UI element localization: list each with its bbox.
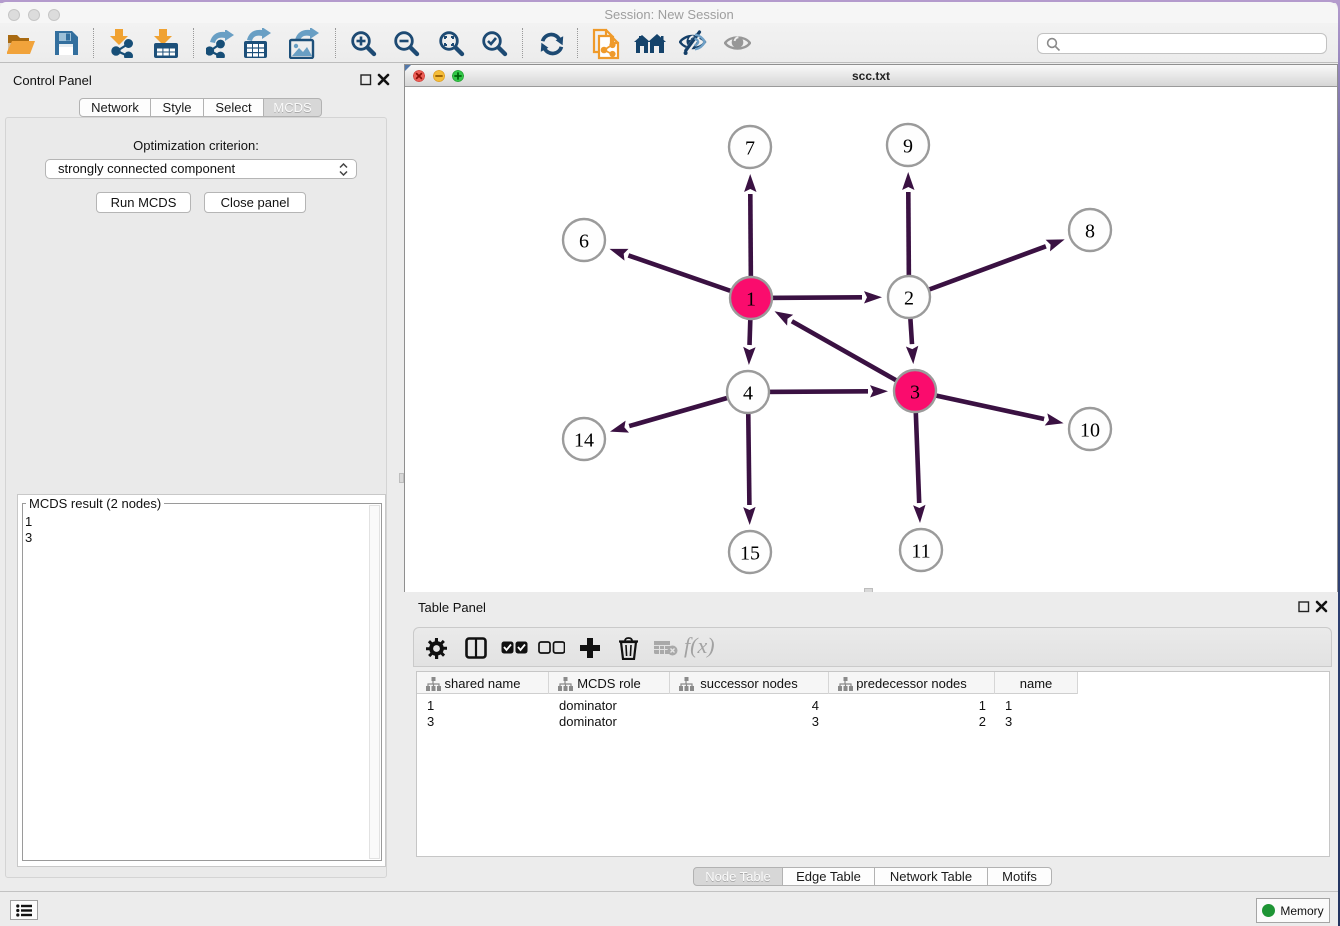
svg-text:9: 9 bbox=[903, 136, 913, 158]
svg-text:8: 8 bbox=[1085, 221, 1095, 243]
svg-text:1: 1 bbox=[746, 289, 756, 311]
svg-text:10: 10 bbox=[1080, 420, 1100, 442]
svg-text:6: 6 bbox=[579, 231, 589, 253]
svg-text:11: 11 bbox=[911, 541, 930, 563]
svg-text:2: 2 bbox=[904, 288, 914, 310]
svg-text:7: 7 bbox=[745, 138, 755, 160]
svg-text:4: 4 bbox=[743, 383, 753, 405]
svg-text:15: 15 bbox=[740, 543, 760, 565]
svg-text:14: 14 bbox=[574, 430, 594, 452]
svg-text:3: 3 bbox=[910, 382, 920, 404]
